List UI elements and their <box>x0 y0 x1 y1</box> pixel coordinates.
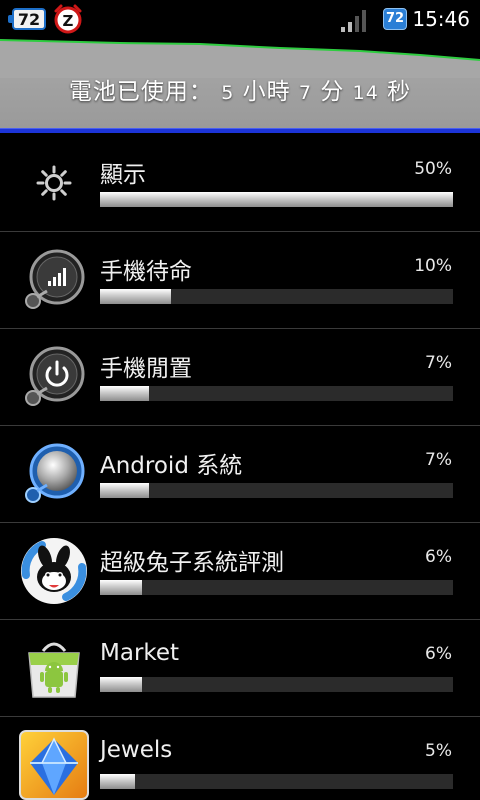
usage-row-label: Market <box>100 640 180 666</box>
usage-row-market[interactable]: Market 6% <box>0 620 480 717</box>
usage-bar <box>100 289 453 304</box>
header-divider <box>0 128 480 133</box>
battery-level-left: 72 <box>17 10 41 29</box>
battery-usage-header: 電池已使用： 5 小時 7 分 14 秒 <box>0 38 480 128</box>
usage-bar <box>100 774 453 789</box>
status-bar: 72 Z 72 15:46 <box>0 0 480 38</box>
usage-bar <box>100 580 453 595</box>
usage-seconds-unit: 秒 <box>387 79 412 105</box>
brightness-icon <box>18 147 90 219</box>
android-system-icon <box>18 438 90 510</box>
battery-usage-list: 顯示 50% 手機待命 10% 手機閒置 7% Android 系統 7% 超級… <box>0 135 480 800</box>
signal-standby-icon <box>18 244 90 316</box>
usage-row-label: 手機待命 <box>100 259 192 285</box>
usage-row-percent: 6% <box>425 644 452 664</box>
usage-row-percent: 7% <box>425 450 452 470</box>
usage-bar-fill <box>100 192 453 207</box>
usage-row-percent: 50% <box>414 159 452 179</box>
usage-bar <box>100 677 453 692</box>
usage-row-label: 超級兔子系統評測 <box>100 550 284 576</box>
usage-row-label: Android 系統 <box>100 453 243 479</box>
usage-row-label: Jewels <box>100 737 173 763</box>
usage-hours: 5 <box>221 82 235 104</box>
usage-bar-fill <box>100 483 150 498</box>
usage-bar-fill <box>100 677 143 692</box>
usage-minutes-unit: 分 <box>320 79 345 105</box>
power-idle-icon <box>18 341 90 413</box>
usage-row-jewels[interactable]: Jewels 5% <box>0 717 480 800</box>
usage-minutes: 7 <box>298 82 312 104</box>
usage-row-percent: 7% <box>425 353 452 373</box>
alarm-clock-icon: Z <box>54 4 82 34</box>
usage-row-label: 手機閒置 <box>100 356 192 382</box>
usage-bar-fill <box>100 774 136 789</box>
battery-level-right: 72 <box>385 11 405 26</box>
usage-bar-fill <box>100 289 171 304</box>
usage-row-percent: 6% <box>425 547 452 567</box>
usage-row-idle[interactable]: 手機閒置 7% <box>0 329 480 426</box>
svg-text:Z: Z <box>63 12 74 30</box>
usage-bar-fill <box>100 386 150 401</box>
usage-bar <box>100 386 453 401</box>
usage-row-rabbit-app[interactable]: 超級兔子系統評測 6% <box>0 523 480 620</box>
usage-row-percent: 10% <box>414 256 452 276</box>
usage-row-android-system[interactable]: Android 系統 7% <box>0 426 480 523</box>
usage-label: 電池已使用： <box>68 79 213 105</box>
jewels-gem-icon <box>18 729 90 800</box>
rabbit-app-icon <box>18 535 90 607</box>
usage-bar <box>100 192 453 207</box>
battery-usage-time: 電池已使用： 5 小時 7 分 14 秒 <box>0 72 480 106</box>
usage-bar <box>100 483 453 498</box>
usage-row-standby[interactable]: 手機待命 10% <box>0 232 480 329</box>
usage-row-percent: 5% <box>425 741 452 761</box>
battery-icon: 72 <box>8 8 46 30</box>
status-clock: 15:46 <box>412 7 470 31</box>
usage-seconds: 14 <box>352 82 379 104</box>
signal-icon <box>341 10 366 32</box>
usage-row-display[interactable]: 顯示 50% <box>0 135 480 232</box>
usage-bar-fill <box>100 580 143 595</box>
usage-row-label: 顯示 <box>100 162 146 188</box>
battery-icon: 72 <box>383 8 407 30</box>
usage-hours-unit: 小時 <box>242 79 291 105</box>
market-bag-icon <box>18 632 90 704</box>
